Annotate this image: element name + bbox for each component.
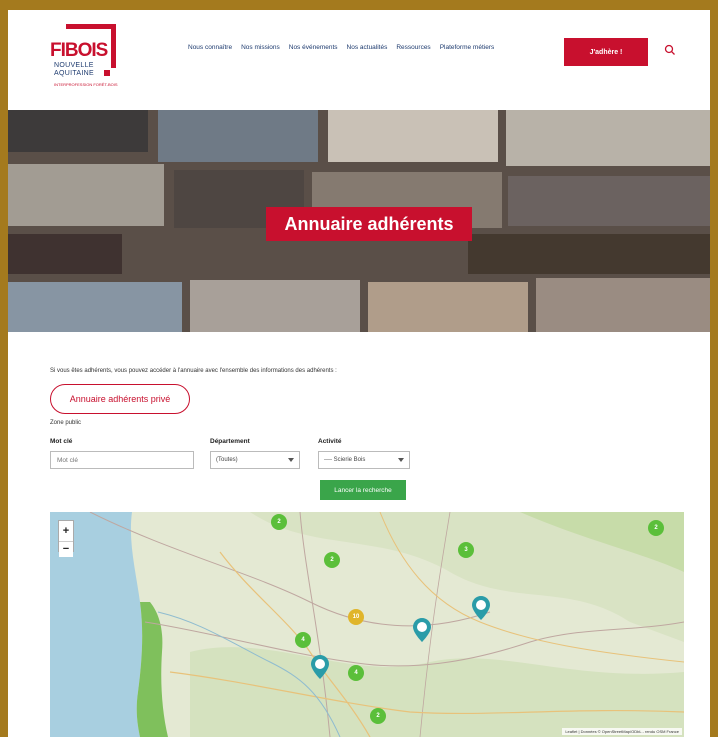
banner-wood-block xyxy=(368,282,528,332)
logo-line1: NOUVELLE xyxy=(54,62,94,69)
map-cluster[interactable]: 10 xyxy=(348,609,364,625)
banner-wood-block xyxy=(8,282,182,332)
main-nav: Nous connaître Nos missions Nos événemen… xyxy=(188,44,494,51)
search-icon[interactable] xyxy=(664,44,676,56)
cluster-count: 10 xyxy=(352,614,360,620)
site-header: FIBOIS NOUVELLE AQUITAINE INTERPROFESSIO… xyxy=(8,10,710,110)
map-cluster[interactable]: 2 xyxy=(370,708,386,724)
keyword-input[interactable] xyxy=(50,451,194,469)
nav-item-nos-missions[interactable]: Nos missions xyxy=(241,44,280,51)
join-button[interactable]: J'adhère ! xyxy=(564,38,648,66)
cluster-count: 2 xyxy=(277,519,281,525)
banner-wood-block xyxy=(190,280,360,332)
activity-select[interactable]: ---- Scierie Bois xyxy=(318,451,410,469)
map-cluster[interactable]: 4 xyxy=(348,665,364,681)
map-view[interactable]: 2 2 3 2 10 4 4 2 + − Leaflet | Données ©… xyxy=(50,512,684,737)
logo-wordmark: FIBOIS xyxy=(50,40,108,61)
chevron-down-icon xyxy=(288,458,294,462)
department-label: Département xyxy=(210,438,250,445)
cluster-count: 2 xyxy=(654,525,658,531)
banner-wood-block xyxy=(508,176,710,226)
logo-dot xyxy=(104,70,110,76)
banner-wood-block xyxy=(158,110,318,162)
page: FIBOIS NOUVELLE AQUITAINE INTERPROFESSIO… xyxy=(8,10,710,737)
map-zoom-control: + − xyxy=(58,520,74,557)
map-marker-icon[interactable] xyxy=(413,618,431,642)
banner-wood-block xyxy=(8,234,122,274)
cluster-count: 4 xyxy=(301,637,305,643)
chevron-down-icon xyxy=(398,458,404,462)
zone-public-label: Zone public xyxy=(50,420,82,426)
nav-item-ressources[interactable]: Ressources xyxy=(396,44,430,51)
banner-wood-block xyxy=(8,164,164,226)
zoom-out-button[interactable]: − xyxy=(59,540,73,557)
cluster-count: 4 xyxy=(354,670,358,676)
department-select-value: (Toutes) xyxy=(216,457,238,463)
map-cluster[interactable]: 2 xyxy=(271,514,287,530)
map-marker-icon[interactable] xyxy=(472,596,490,620)
activity-select-value: ---- Scierie Bois xyxy=(324,457,366,463)
map-attribution[interactable]: Leaflet | Données © OpenStreetMap/ODbL -… xyxy=(562,728,682,735)
search-submit-button[interactable]: Lancer la recherche xyxy=(320,480,406,500)
banner-wood-block xyxy=(8,110,148,152)
cluster-count: 2 xyxy=(330,557,334,563)
map-cluster[interactable]: 2 xyxy=(648,520,664,536)
logo-line2: AQUITAINE xyxy=(54,70,94,77)
banner-wood-block xyxy=(468,234,710,274)
page-title: Annuaire adhérents xyxy=(266,207,472,241)
nav-item-plateforme-metiers[interactable]: Plateforme métiers xyxy=(440,44,495,51)
nav-item-nous-connaitre[interactable]: Nous connaître xyxy=(188,44,232,51)
department-select[interactable]: (Toutes) xyxy=(210,451,300,469)
map-marker-icon[interactable] xyxy=(311,655,329,679)
intro-text: Si vous êtes adhérents, vous pouvez accé… xyxy=(50,368,337,374)
cluster-layer: 2 2 3 2 10 4 4 2 xyxy=(50,512,684,737)
map-cluster[interactable]: 3 xyxy=(458,542,474,558)
banner-wood-block xyxy=(536,278,710,332)
activity-label: Activité xyxy=(318,438,342,445)
nav-item-nos-actualites[interactable]: Nos actualités xyxy=(347,44,388,51)
cluster-count: 2 xyxy=(376,713,380,719)
logo-tagline: INTERPROFESSION FORÊT-BOIS xyxy=(54,82,118,87)
zoom-in-button[interactable]: + xyxy=(59,523,73,539)
banner-wood-block xyxy=(328,110,498,162)
nav-item-nos-evenements[interactable]: Nos événements xyxy=(289,44,338,51)
map-cluster[interactable]: 4 xyxy=(295,632,311,648)
banner-wood-block xyxy=(506,110,710,166)
keyword-label: Mot clé xyxy=(50,438,73,445)
map-cluster[interactable]: 2 xyxy=(324,552,340,568)
private-directory-button[interactable]: Annuaire adhérents privé xyxy=(50,384,190,414)
fibois-logo[interactable]: FIBOIS NOUVELLE AQUITAINE INTERPROFESSIO… xyxy=(48,24,120,92)
hero-banner: Annuaire adhérents xyxy=(8,110,710,332)
cluster-count: 3 xyxy=(464,547,468,553)
